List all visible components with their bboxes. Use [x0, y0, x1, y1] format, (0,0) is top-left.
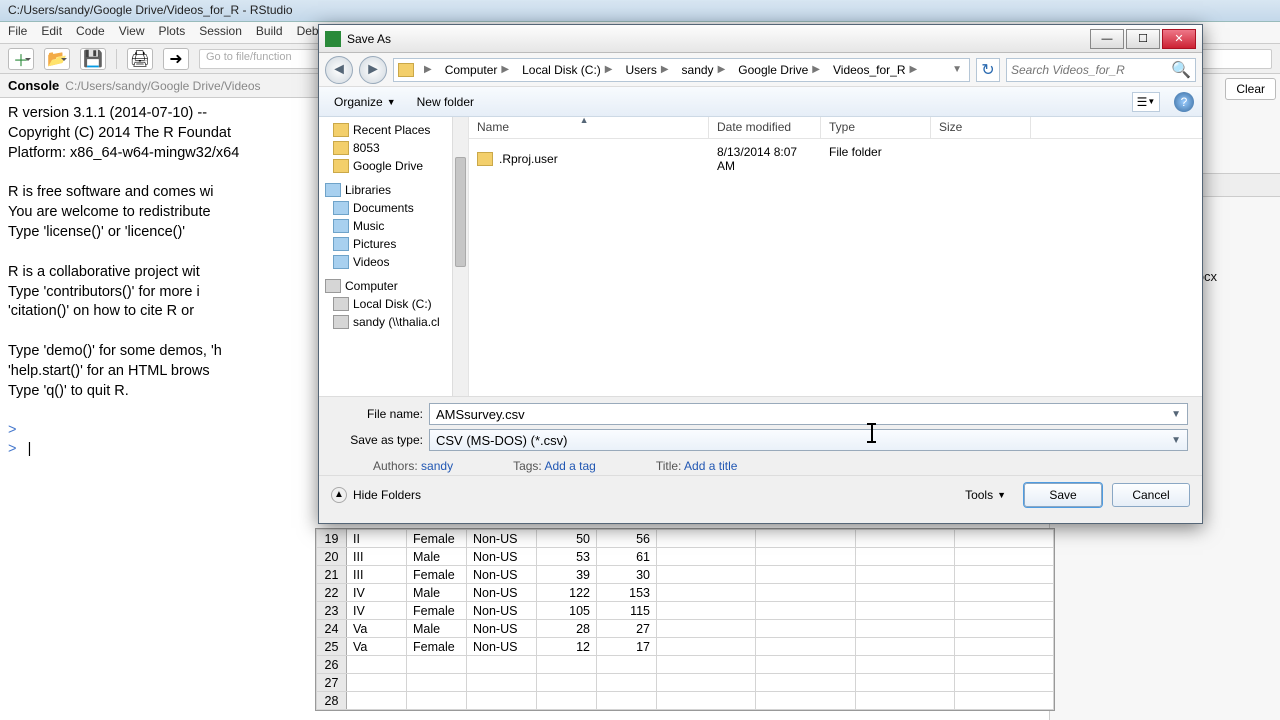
table-row[interactable]: 26	[317, 656, 1054, 674]
refresh-button[interactable]: ↻	[976, 58, 1000, 82]
tree-recent[interactable]: Recent Places	[319, 121, 468, 139]
tree-music[interactable]: Music	[319, 217, 468, 235]
chevron-down-icon[interactable]: ▼	[1171, 409, 1181, 420]
filename-input[interactable]: AMSsurvey.csv▼	[429, 403, 1188, 425]
menu-code[interactable]: Code	[76, 24, 105, 41]
crumb-users[interactable]: Users▶	[619, 59, 675, 81]
tree-local-disk[interactable]: Local Disk (C:)	[319, 295, 468, 313]
clear-button[interactable]: Clear	[1225, 78, 1276, 100]
folder-icon	[477, 152, 493, 166]
dialog-title: Save As	[347, 32, 1090, 46]
crumb-arrow[interactable]: ▶	[418, 59, 439, 81]
tree-gdrive[interactable]: Google Drive	[319, 157, 468, 175]
forward-button[interactable]: ►	[359, 56, 387, 84]
crumb-videos[interactable]: Videos_for_R▶	[827, 59, 924, 81]
folder-tree[interactable]: Recent Places 8053 Google Drive Librarie…	[319, 117, 469, 396]
file-type: File folder	[821, 143, 931, 175]
folder-icon	[398, 63, 414, 77]
tree-computer[interactable]: Computer	[319, 277, 468, 295]
authors-label: Authors:	[373, 459, 418, 473]
file-list[interactable]: Name▲ Date modified Type Size .Rproj.use…	[469, 117, 1202, 396]
crumb-computer[interactable]: Computer▶	[439, 59, 516, 81]
table-row[interactable]: 21IIIFemaleNon-US3930	[317, 566, 1054, 584]
col-type[interactable]: Type	[821, 117, 931, 138]
menu-session[interactable]: Session	[199, 24, 242, 41]
tree-documents[interactable]: Documents	[319, 199, 468, 217]
maximize-button[interactable]: ☐	[1126, 29, 1160, 49]
title-label: Title:	[656, 459, 682, 473]
col-date[interactable]: Date modified	[709, 117, 821, 138]
save-button[interactable]: 💾	[80, 48, 106, 70]
save-as-dialog: Save As — ☐ ✕ ◄ ► ▶ Computer▶ Local Disk…	[318, 24, 1203, 524]
table-row[interactable]: 20IIIMaleNon-US5361	[317, 548, 1054, 566]
file-name: .Rproj.user	[499, 152, 558, 166]
dialog-titlebar[interactable]: Save As — ☐ ✕	[319, 25, 1202, 53]
sort-indicator-icon: ▲	[580, 115, 589, 125]
dialog-toolbar: Organize ▼ New folder ☰▼ ?	[319, 87, 1202, 117]
spreadsheet[interactable]: 19IIFemaleNon-US505620IIIMaleNon-US53612…	[315, 528, 1055, 711]
cancel-button[interactable]: Cancel	[1112, 483, 1190, 507]
tools-menu[interactable]: Tools ▼	[957, 486, 1014, 504]
minimize-button[interactable]: —	[1090, 29, 1124, 49]
nav-bar: ◄ ► ▶ Computer▶ Local Disk (C:)▶ Users▶ …	[319, 53, 1202, 87]
tree-libraries[interactable]: Libraries	[319, 181, 468, 199]
savetype-label: Save as type:	[333, 433, 423, 447]
tree-videos[interactable]: Videos	[319, 253, 468, 271]
table-row[interactable]: 19IIFemaleNon-US5056	[317, 530, 1054, 548]
menu-plots[interactable]: Plots	[159, 24, 186, 41]
tree-scrollbar[interactable]	[452, 117, 468, 396]
file-date: 8/13/2014 8:07 AM	[709, 143, 821, 175]
crumb-dropdown[interactable]: ▼	[946, 59, 969, 81]
close-button[interactable]: ✕	[1162, 29, 1196, 49]
new-folder-button[interactable]: New folder	[417, 95, 474, 109]
col-size[interactable]: Size	[931, 117, 1031, 138]
rstudio-titlebar: C:/Users/sandy/Google Drive/Videos_for_R…	[0, 0, 1280, 22]
view-options-button[interactable]: ☰▼	[1132, 92, 1160, 112]
console-label: Console	[8, 78, 59, 93]
organize-menu[interactable]: Organize ▼	[327, 92, 403, 112]
col-name[interactable]: Name▲	[469, 117, 709, 138]
search-input[interactable]	[1011, 63, 1171, 77]
menu-build[interactable]: Build	[256, 24, 283, 41]
menu-view[interactable]: View	[119, 24, 145, 41]
search-box[interactable]: 🔍	[1006, 58, 1196, 82]
open-file-button[interactable]: 📂	[44, 48, 70, 70]
crumb-sandy[interactable]: sandy▶	[676, 59, 733, 81]
tree-network[interactable]: sandy (\\thalia.cl	[319, 313, 468, 331]
table-row[interactable]: 25VaFemaleNon-US1217	[317, 638, 1054, 656]
tags-value[interactable]: Add a tag	[544, 459, 595, 473]
search-icon: 🔍	[1171, 60, 1191, 80]
breadcrumb[interactable]: ▶ Computer▶ Local Disk (C:)▶ Users▶ sand…	[393, 58, 970, 82]
print-button[interactable]: 🖨	[127, 48, 153, 70]
save-button[interactable]: Save	[1024, 483, 1102, 507]
help-button[interactable]: ?	[1174, 92, 1194, 112]
menu-file[interactable]: File	[8, 24, 27, 41]
excel-icon	[325, 31, 341, 47]
goto-button[interactable]: ➜	[163, 48, 189, 70]
title-value[interactable]: Add a title	[684, 459, 737, 473]
file-row[interactable]: .Rproj.user 8/13/2014 8:07 AM File folde…	[469, 139, 1202, 179]
tags-label: Tags:	[513, 459, 542, 473]
filename-label: File name:	[333, 407, 423, 421]
new-file-button[interactable]: ＋	[8, 48, 34, 70]
console-path: C:/Users/sandy/Google Drive/Videos	[65, 79, 260, 93]
crumb-disk[interactable]: Local Disk (C:)▶	[516, 59, 619, 81]
tree-8053[interactable]: 8053	[319, 139, 468, 157]
menu-edit[interactable]: Edit	[41, 24, 62, 41]
table-row[interactable]: 22IVMaleNon-US122153	[317, 584, 1054, 602]
table-row[interactable]: 27	[317, 674, 1054, 692]
savetype-select[interactable]: CSV (MS-DOS) (*.csv)▼	[429, 429, 1188, 451]
tree-pictures[interactable]: Pictures	[319, 235, 468, 253]
table-row[interactable]: 24VaMaleNon-US2827	[317, 620, 1054, 638]
crumb-gdrive[interactable]: Google Drive▶	[732, 59, 827, 81]
hide-folders-button[interactable]: ▲Hide Folders	[331, 487, 421, 503]
chevron-down-icon[interactable]: ▼	[1171, 435, 1181, 446]
authors-value[interactable]: sandy	[421, 459, 453, 473]
back-button[interactable]: ◄	[325, 56, 353, 84]
table-row[interactable]: 28	[317, 692, 1054, 710]
table-row[interactable]: 23IVFemaleNon-US105115	[317, 602, 1054, 620]
